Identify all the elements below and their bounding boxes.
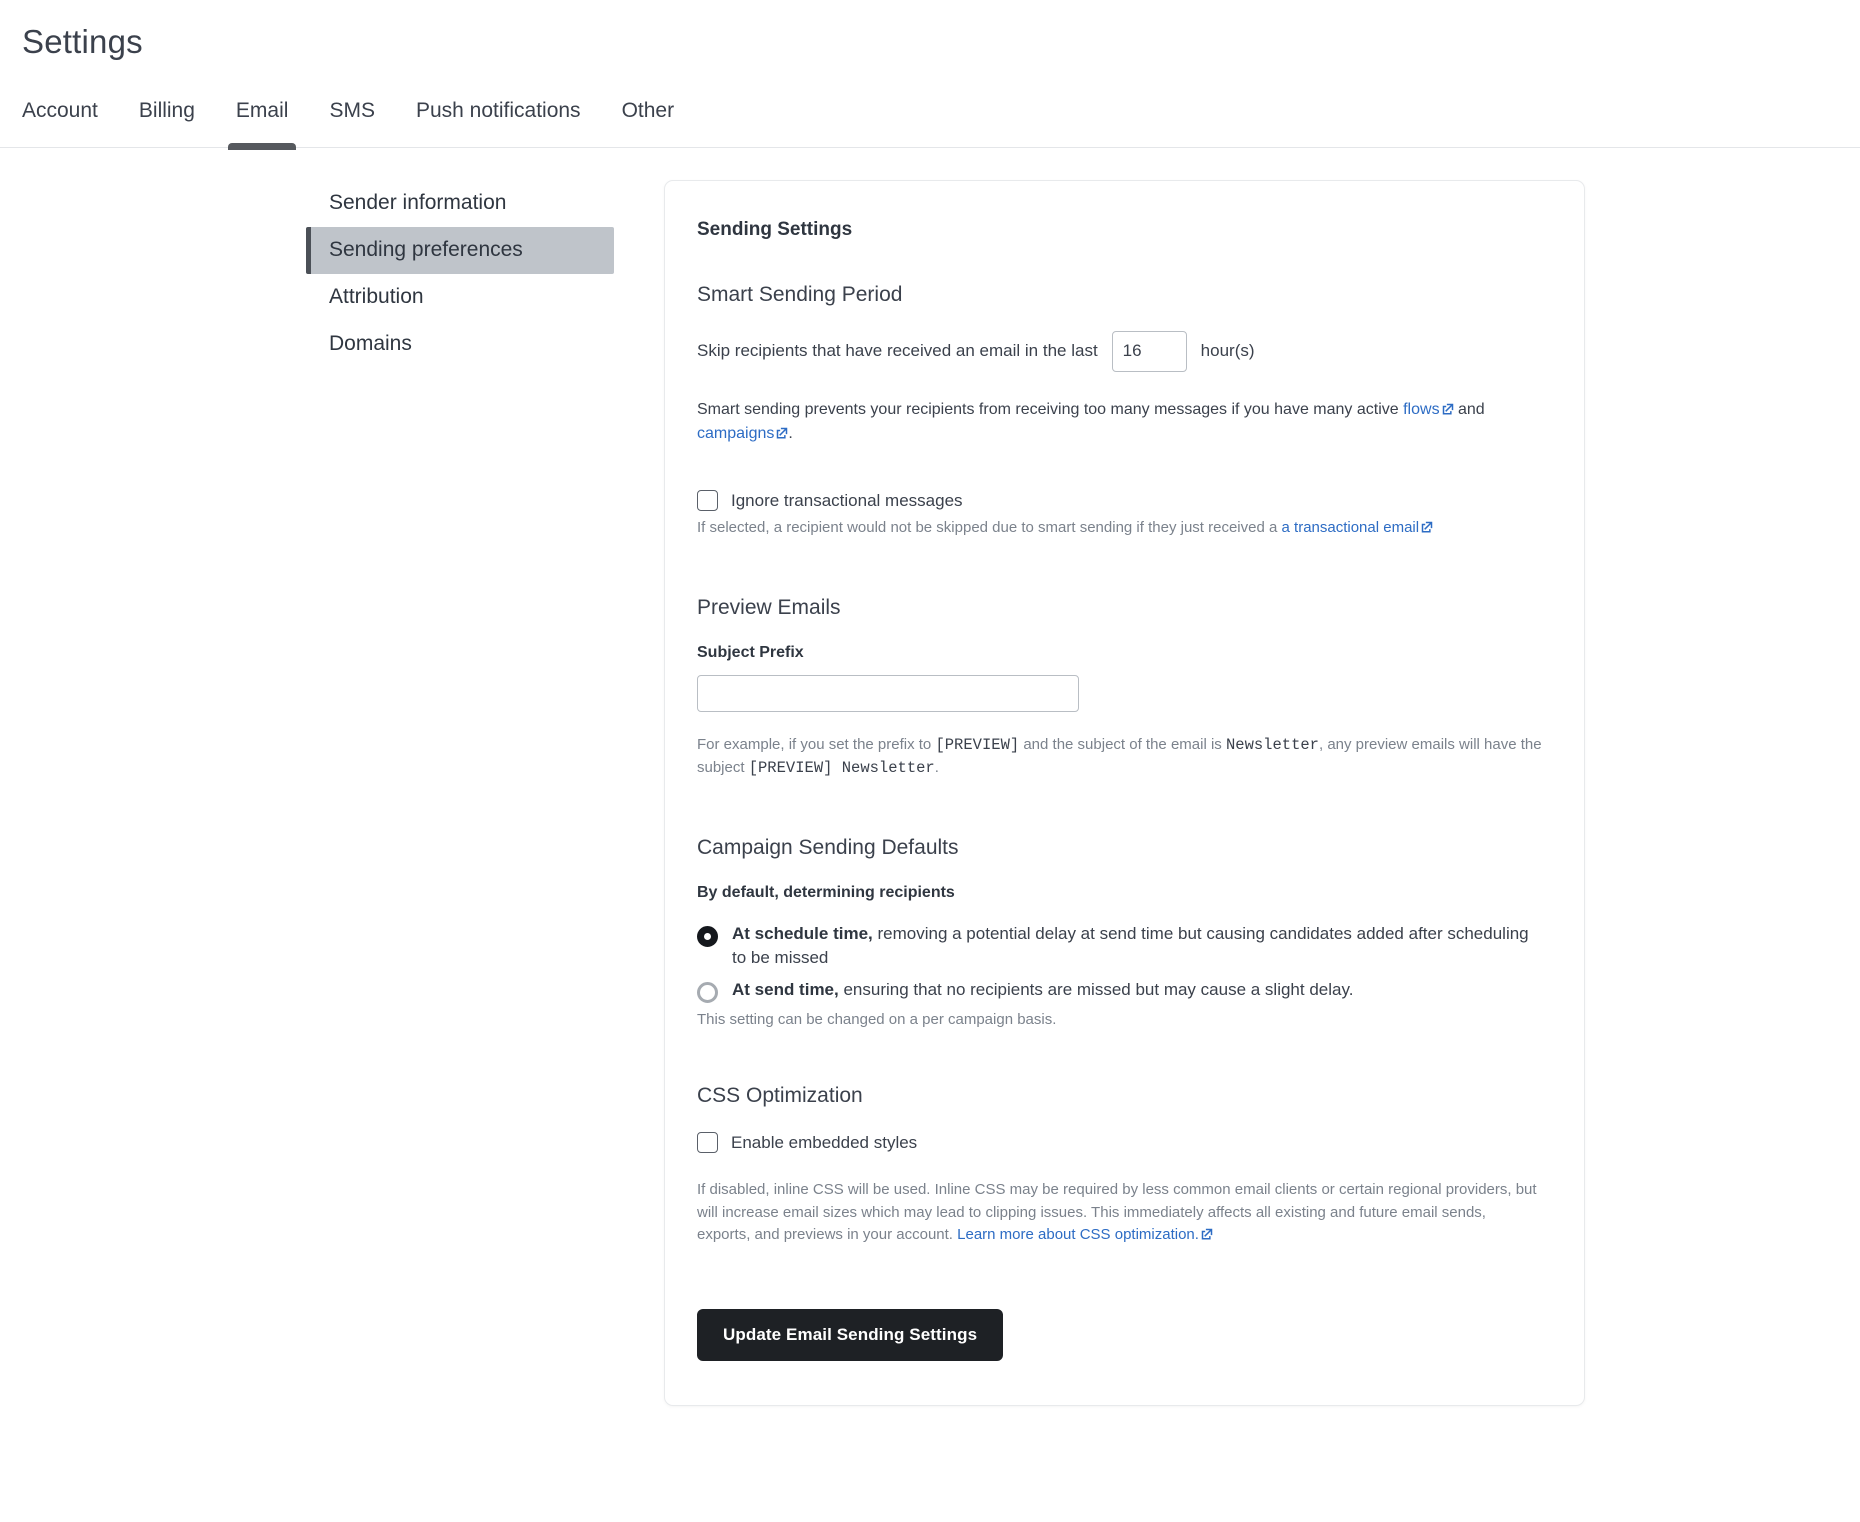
tab-other[interactable]: Other [622,92,698,121]
example-part1: For example, if you set the prefix to [697,735,936,753]
sidebar-item-label: Domains [329,332,412,356]
tab-billing-label: Billing [138,98,195,122]
campaign-defaults-heading: Campaign Sending Defaults [697,836,959,860]
tab-account-label: Account [22,98,98,122]
page-title: Settings [22,23,143,60]
campaigns-link-label: campaigns [697,424,775,442]
css-optimization-learn-more-link[interactable]: Learn more about CSS optimization. [957,1226,1213,1243]
tab-email[interactable]: Email [227,92,312,150]
settings-sidenav: Sender information Sending preferences A… [306,180,614,1406]
ignore-transactional-row: Ignore transactional messages [697,490,1544,512]
external-link-icon [1442,399,1454,415]
example-code-result: [PREVIEW] Newsletter [748,758,935,777]
subject-prefix-label: Subject Prefix [697,643,804,661]
external-link-icon [1421,518,1433,533]
example-part4: . [934,758,939,776]
sending-settings-card: Sending Settings Smart Sending Period Sk… [664,179,1585,1406]
tab-list: Account Billing Email SMS Push notificat… [22,92,1860,150]
skip-recipients-label: Skip recipients that have received an em… [697,341,1098,361]
radio-at-schedule-time-text: At schedule time, removing a potential d… [732,922,1544,970]
enable-embedded-styles-label: Enable embedded styles [731,1132,918,1152]
smart-sending-description: Smart sending prevents your recipients f… [697,398,1542,447]
external-link-icon [1201,1225,1213,1241]
smart-sending-desc-part1: Smart sending prevents your recipients f… [697,400,1404,418]
css-optimization-heading: CSS Optimization [697,1084,863,1108]
flows-link-label: flows [1403,400,1440,418]
layout-left-spacer [0,180,306,1406]
tab-push-notifications-label: Push notifications [415,98,581,122]
sidebar-item-sender-information[interactable]: Sender information [306,180,614,227]
page-header: Settings [0,0,1860,62]
smart-sending-heading: Smart Sending Period [697,282,903,306]
tab-sms-label: SMS [329,98,375,122]
tab-push-notifications[interactable]: Push notifications [416,92,604,121]
card-title: Sending Settings [697,218,853,240]
tab-bar: Account Billing Email SMS Push notificat… [0,92,1860,150]
tab-other-label: Other [621,98,675,122]
smart-sending-desc-part3: . [788,424,793,442]
subject-prefix-example: For example, if you set the prefix to [P… [697,734,1542,781]
transactional-email-link-label: a transactional email [1281,519,1420,537]
example-code-prefix: [PREVIEW] [935,735,1020,754]
ignore-help-part1: If selected, a recipient would not be sk… [697,519,1282,537]
css-optimization-help: If disabled, inline CSS will be used. In… [697,1179,1542,1247]
ignore-transactional-checkbox[interactable] [697,490,718,512]
campaign-defaults-radio-group: At schedule time, removing a potential d… [697,922,1544,1004]
tab-email-label: Email [235,98,289,122]
sidebar-item-domains[interactable]: Domains [306,321,614,368]
radio-at-send-time-text: At send time, ensuring that no recipient… [732,978,1353,1002]
smart-sending-hours-input[interactable] [1111,330,1187,372]
example-part2: and the subject of the email is [1019,735,1226,753]
main-content: Sender information Sending preferences A… [0,148,1860,1406]
sidebar-item-label: Attribution [329,284,424,308]
external-link-icon [776,423,788,439]
flows-link[interactable]: flows [1403,401,1453,418]
radio-at-schedule-time-bold: At schedule time, [732,924,873,944]
smart-sending-period-row: Skip recipients that have received an em… [697,330,1544,372]
tab-sms[interactable]: SMS [329,92,398,121]
example-code-subject: Newsletter [1225,735,1319,754]
campaign-defaults-field-label: By default, determining recipients [697,884,955,902]
sidebar-item-attribution[interactable]: Attribution [306,274,614,321]
tab-account[interactable]: Account [22,92,121,121]
radio-at-schedule-time-input[interactable] [697,926,718,948]
campaign-defaults-note: This setting can be changed on a per cam… [697,1011,1057,1029]
radio-option-at-send-time[interactable]: At send time, ensuring that no recipient… [697,978,1544,1004]
smart-sending-desc-part2: and [1453,400,1485,418]
css-learn-more-label: Learn more about CSS optimization. [957,1226,1199,1244]
radio-at-send-time-rest: ensuring that no recipients are missed b… [838,980,1354,1000]
transactional-email-link[interactable]: a transactional email [1282,519,1434,536]
radio-at-send-time-bold: At send time, [732,980,839,1000]
ignore-transactional-help: If selected, a recipient would not be sk… [697,517,1542,540]
radio-at-send-time-input[interactable] [697,982,718,1004]
preview-emails-heading: Preview Emails [697,595,841,619]
tab-billing[interactable]: Billing [139,92,218,121]
enable-embedded-styles-checkbox[interactable] [697,1132,718,1154]
sidebar-item-label: Sender information [329,190,507,214]
radio-option-at-schedule-time[interactable]: At schedule time, removing a potential d… [697,922,1544,970]
subject-prefix-input[interactable] [697,674,1079,712]
enable-embedded-styles-row: Enable embedded styles [697,1132,1544,1154]
update-email-sending-settings-button[interactable]: Update Email Sending Settings [697,1308,1004,1361]
hours-suffix-label: hour(s) [1200,341,1255,361]
ignore-transactional-label: Ignore transactional messages [731,490,963,510]
campaigns-link[interactable]: campaigns [697,425,788,442]
sidebar-item-sending-preferences[interactable]: Sending preferences [306,226,614,274]
sidebar-item-label: Sending preferences [329,237,523,261]
